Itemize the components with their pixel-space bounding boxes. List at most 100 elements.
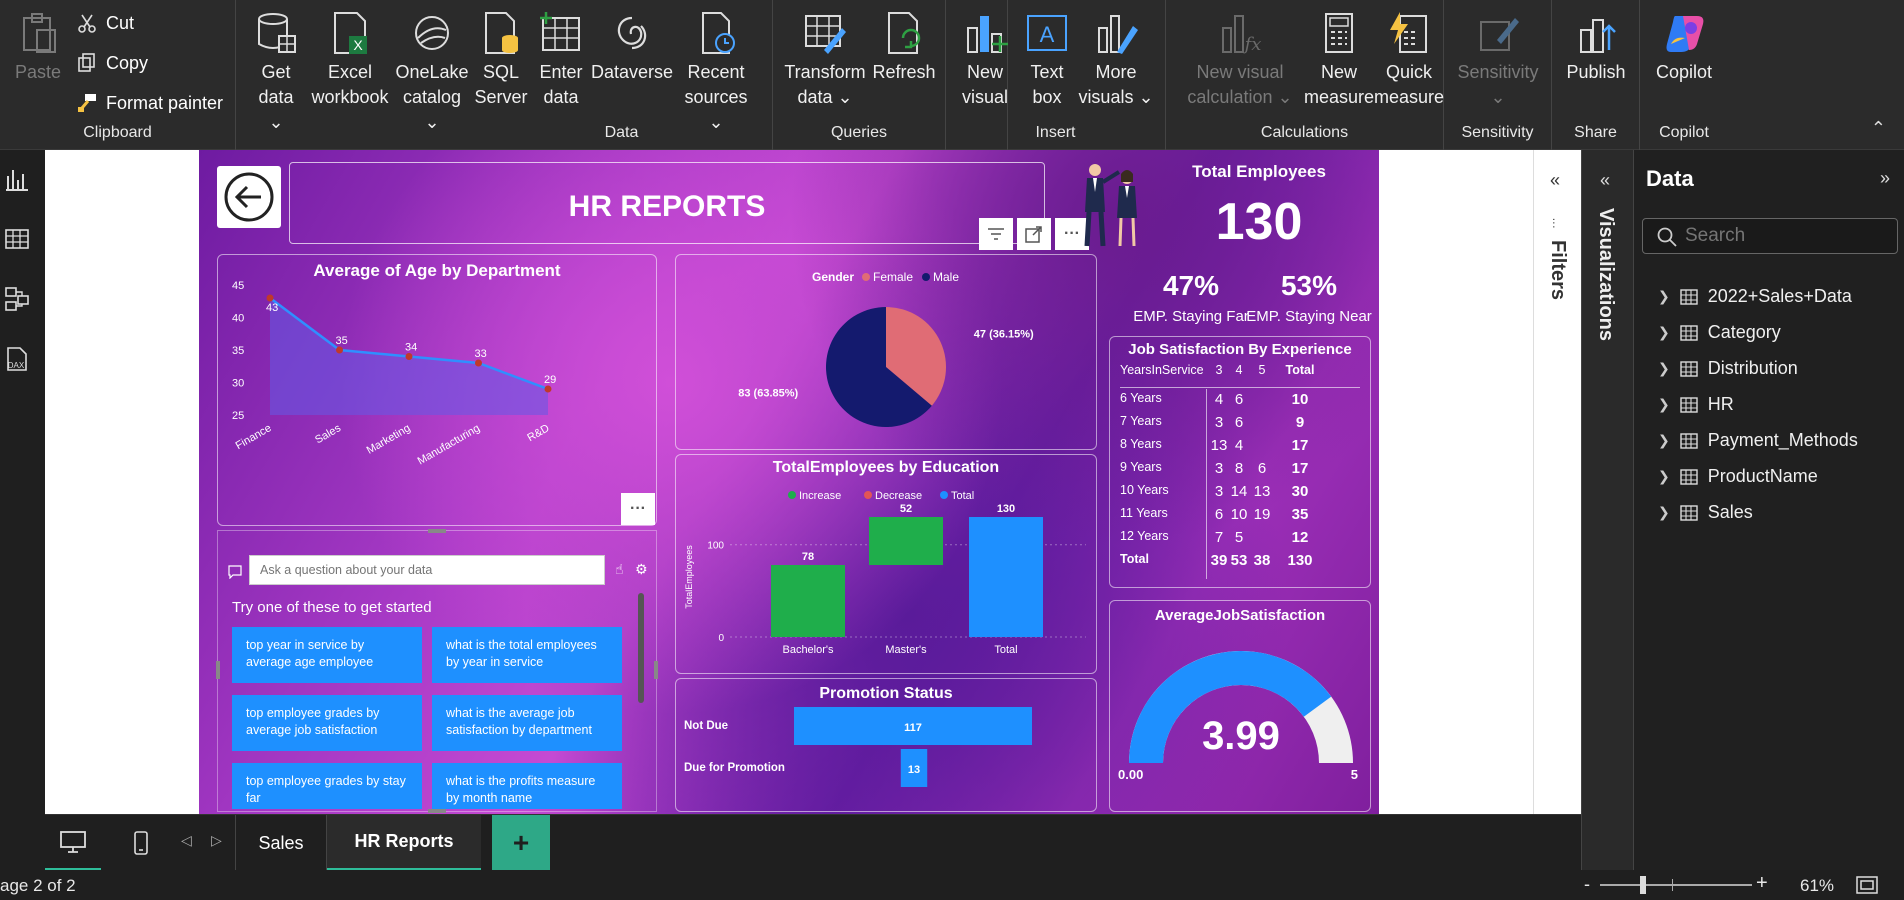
desktop-layout-button[interactable] — [45, 815, 101, 871]
qa-settings-gear-icon[interactable]: ⚙ — [635, 561, 648, 578]
expand-data-pane-icon[interactable]: » — [1880, 168, 1890, 189]
dax-query-view-icon[interactable]: DAX — [4, 346, 30, 372]
model-view-icon[interactable] — [4, 286, 30, 312]
enter-data-button[interactable]: Enter data — [536, 10, 586, 110]
age-chart-more-options[interactable]: ··· — [621, 493, 655, 525]
more-visuals-button[interactable]: More visuals ⌄ — [1076, 10, 1156, 110]
resize-handle[interactable] — [428, 529, 446, 533]
tab-sales[interactable]: Sales — [235, 815, 327, 871]
quick-measure-button[interactable]: Quick measure — [1374, 10, 1444, 110]
add-page-button[interactable]: + — [492, 815, 550, 871]
refresh-button[interactable]: Refresh — [869, 10, 939, 85]
education-visual[interactable]: TotalEmployees by Education Increase Decr… — [675, 454, 1097, 674]
back-button[interactable] — [217, 166, 281, 228]
table-view-icon[interactable] — [4, 226, 30, 252]
collapse-ribbon-icon[interactable]: ⌃ — [1871, 118, 1886, 139]
data-search-box[interactable] — [1642, 218, 1898, 254]
data-table-item[interactable]: ❯ Category — [1658, 322, 1781, 343]
get-data-button[interactable]: Get data ⌄ — [250, 10, 302, 135]
age-by-department-visual[interactable]: Average of Age by Department 45 40 35 30 25 4… — [217, 254, 657, 526]
new-visual-label-2: visual — [961, 87, 1009, 107]
data-table-item[interactable]: ❯ Payment_Methods — [1658, 430, 1858, 451]
copy-button[interactable]: Copy — [76, 52, 148, 74]
data-table-item[interactable]: ❯ ProductName — [1658, 466, 1818, 487]
collapse-filters-icon[interactable]: « — [1550, 170, 1560, 191]
zoom-in-button[interactable]: + — [1756, 872, 1768, 895]
report-view-icon[interactable] — [4, 166, 30, 192]
qa-suggestion[interactable]: top year in service by average age emplo… — [232, 627, 422, 683]
publish-button[interactable]: Publish — [1560, 10, 1632, 85]
gender-visual[interactable]: Gender Female Male 47 (36.15%) 83 (63.85%) — [675, 254, 1097, 450]
table-cell: 6 — [1234, 391, 1244, 408]
paste-button[interactable]: Paste — [12, 10, 64, 85]
status-bar: age 2 of 2 - + 61% — [0, 870, 1904, 900]
resize-handle[interactable] — [216, 661, 220, 679]
qa-suggestion[interactable]: what is the average job satisfaction by … — [432, 695, 622, 751]
visualizations-pane[interactable]: « Visualizations — [1581, 150, 1633, 870]
data-search-input[interactable] — [1685, 221, 1885, 251]
new-visual-button[interactable]: New visual — [952, 10, 1018, 110]
sql-server-button[interactable]: SQL Server — [474, 10, 528, 110]
qa-suggestion[interactable]: what is the total employees by year in s… — [432, 627, 622, 683]
tab-hr-reports[interactable]: HR Reports — [327, 815, 481, 871]
ribbon: Paste Cut Copy Format painter Clipboard … — [0, 0, 1904, 150]
filters-pane[interactable]: « ⫶ Filters — [1533, 150, 1581, 814]
insert-group: New visual A Text box More visuals ⌄ Ins… — [946, 0, 1166, 150]
qa-suggestion[interactable]: top employee grades by average job satis… — [232, 695, 422, 751]
fit-to-page-icon[interactable] — [1856, 876, 1878, 894]
copilot-group: Copilot Copilot — [1640, 0, 1728, 150]
excel-workbook-button[interactable]: X Excel workbook — [308, 10, 392, 110]
table-cell: 13 — [1253, 483, 1271, 500]
qa-suggestions: top year in service by average age emplo… — [232, 627, 632, 809]
data-table-item[interactable]: ❯ Distribution — [1658, 358, 1798, 379]
promotion-visual[interactable]: Promotion Status 117 Not Due 13 Due for Pro… — [675, 678, 1097, 812]
collapse-visualizations-icon[interactable]: « — [1600, 170, 1610, 191]
mobile-layout-button[interactable] — [121, 815, 161, 871]
new-visual-calculation-button[interactable]: fx New visual calculation ⌄ — [1180, 10, 1300, 110]
share-group-label: Share — [1574, 124, 1617, 141]
job-satisfaction-table-visual[interactable]: Job Satisfaction By Experience YearsInSe… — [1109, 336, 1371, 588]
qa-thumbs-icon[interactable]: ☝ — [615, 561, 624, 578]
zoom-slider-track[interactable] — [1600, 884, 1752, 886]
table-cell: 3 — [1214, 483, 1224, 500]
data-table-item[interactable]: ❯ Sales — [1658, 502, 1753, 523]
data-table-item[interactable]: ❯ 2022+Sales+Data — [1658, 286, 1852, 307]
onelake-catalog-button[interactable]: OneLake catalog ⌄ — [394, 10, 470, 135]
data-table-item[interactable]: ❯ HR — [1658, 394, 1734, 415]
qa-question-input[interactable] — [249, 555, 605, 585]
qa-visual[interactable]: ☝ ⚙ Try one of these to get started top … — [216, 529, 658, 813]
table-cell: 19 — [1253, 506, 1271, 523]
format-painter-button[interactable]: Format painter — [76, 92, 223, 114]
page-indicator: age 2 of 2 — [0, 876, 76, 895]
sensitivity-button[interactable]: Sensitivity ⌄ — [1450, 10, 1546, 110]
dataverse-button[interactable]: Dataverse — [591, 10, 673, 85]
resize-handle[interactable] — [428, 809, 446, 813]
chevron-right-icon: ❯ — [1658, 360, 1670, 376]
filter-visual-button[interactable] — [979, 218, 1013, 250]
zoom-out-button[interactable]: - — [1584, 874, 1590, 895]
cut-button[interactable]: Cut — [76, 12, 134, 34]
promotion-data-label: 13 — [908, 764, 920, 776]
resize-handle[interactable] — [654, 661, 658, 679]
recent-sources-button[interactable]: Recent sources ⌄ — [676, 10, 756, 135]
focus-mode-button[interactable] — [1017, 218, 1051, 250]
copilot-button[interactable]: Copilot — [1646, 10, 1722, 85]
sensitivity-label-1: Sensitivity — [1457, 62, 1539, 82]
average-job-satisfaction-visual[interactable]: AverageJobSatisfaction 3.99 0.00 5 — [1109, 600, 1371, 812]
qa-scrollbar[interactable] — [638, 593, 644, 703]
tab-sales-label: Sales — [258, 832, 304, 853]
prev-page-icon[interactable]: ◁ — [181, 832, 192, 849]
text-box-label-2: box — [1032, 87, 1062, 107]
age-x-tick-label: Manufacturing — [416, 422, 482, 467]
new-measure-button[interactable]: New measure — [1304, 10, 1374, 110]
qa-suggestion[interactable]: what is the profits measure by month nam… — [432, 763, 622, 809]
table-cell: 4 — [1234, 437, 1244, 454]
sql-server-icon — [485, 12, 518, 54]
transform-data-button[interactable]: Transform data ⌄ — [784, 10, 866, 110]
sensitivity-group-label: Sensitivity — [1461, 124, 1534, 141]
qa-suggestion[interactable]: top employee grades by stay far — [232, 763, 422, 809]
text-box-button[interactable]: A Text box — [1022, 10, 1072, 110]
age-data-label: 33 — [475, 348, 487, 360]
zoom-slider-thumb[interactable] — [1640, 876, 1646, 894]
next-page-icon[interactable]: ▷ — [211, 832, 222, 849]
